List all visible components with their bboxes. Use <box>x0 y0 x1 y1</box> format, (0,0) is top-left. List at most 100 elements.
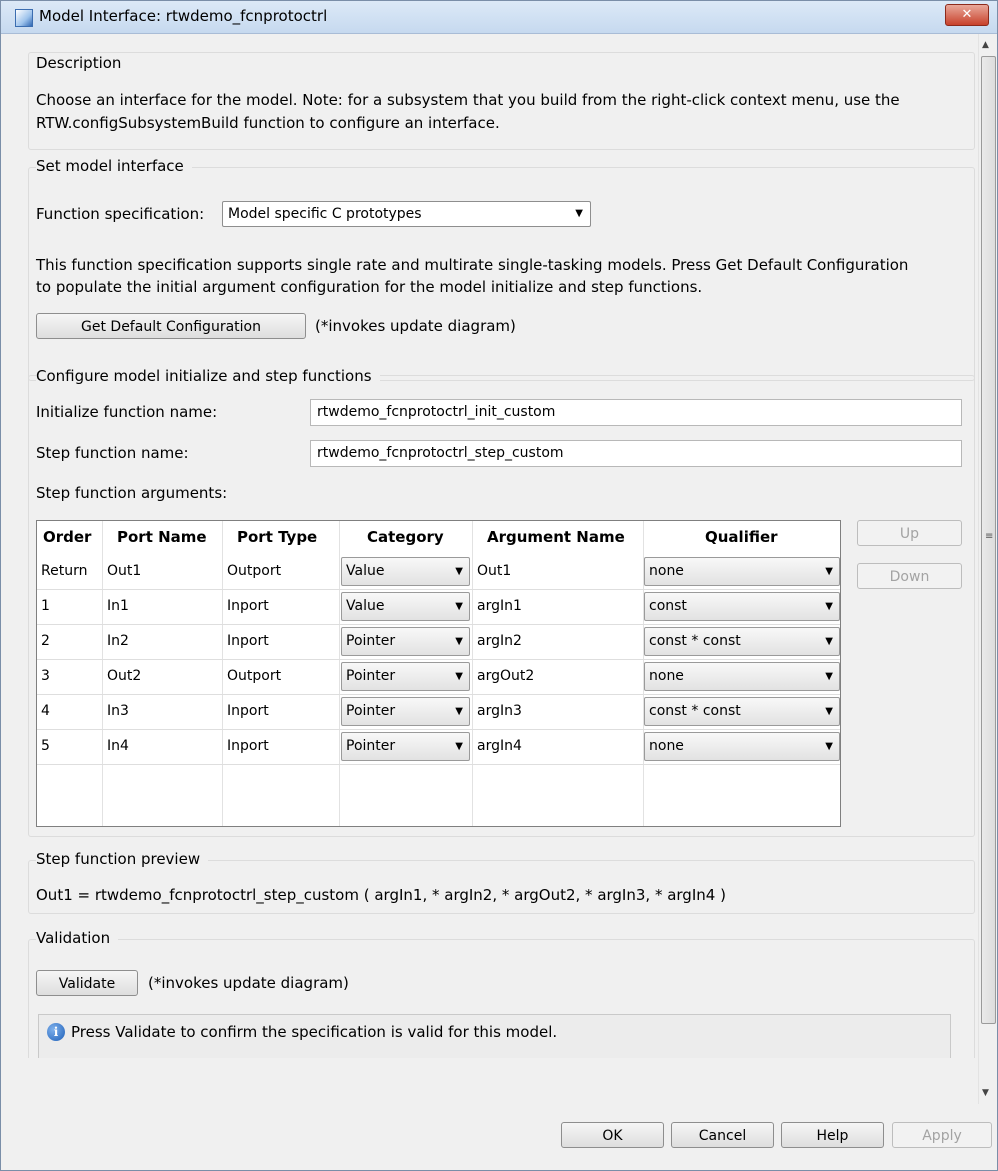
category-dropdown[interactable]: Pointer ▼ <box>341 697 470 726</box>
step-preview-title: Step function preview <box>36 850 209 868</box>
scrollbar-thumb[interactable]: ≡ <box>981 56 996 1024</box>
category-value: Pointer <box>346 668 396 684</box>
ok-button[interactable]: OK <box>561 1122 664 1148</box>
qualifier-dropdown[interactable]: const * const ▼ <box>644 627 840 656</box>
port-type-cell: Inport <box>227 703 269 719</box>
qualifier-dropdown[interactable]: const ▼ <box>644 592 840 621</box>
chevron-down-icon: ▼ <box>825 706 833 717</box>
port-type-cell: Outport <box>227 668 282 684</box>
argument-name-cell[interactable]: argIn3 <box>477 694 522 729</box>
move-down-button[interactable]: Down <box>857 563 962 589</box>
port-name-cell: Out2 <box>107 668 142 684</box>
column-header-category[interactable]: Category <box>367 521 444 554</box>
apply-button[interactable]: Apply <box>892 1122 992 1148</box>
chevron-down-icon: ▼ <box>455 741 463 752</box>
port-type-cell: Inport <box>227 598 269 614</box>
order-cell: 5 <box>41 738 50 754</box>
table-row[interactable]: 4 In3 Inport Pointer ▼ argIn3 const * con… <box>37 694 840 730</box>
qualifier-value: const * const <box>649 633 741 649</box>
validation-title: Validation <box>36 929 119 947</box>
init-function-label: Initialize function name: <box>36 403 218 421</box>
chevron-down-icon: ▼ <box>825 636 833 647</box>
qualifier-dropdown[interactable]: none ▼ <box>644 732 840 761</box>
chevron-down-icon: ▼ <box>575 208 583 219</box>
order-cell: 3 <box>41 668 50 684</box>
step-function-field[interactable]: rtwdemo_fcnprotoctrl_step_custom <box>310 440 962 467</box>
category-value: Value <box>346 563 385 579</box>
chevron-down-icon: ▼ <box>825 741 833 752</box>
scroll-up-arrow-icon[interactable]: ▲ <box>982 40 989 50</box>
column-header-port-type[interactable]: Port Type <box>237 521 317 554</box>
validation-message: Press Validate to confirm the specificat… <box>71 1023 558 1041</box>
qualifier-value: none <box>649 738 684 754</box>
column-header-qualifier[interactable]: Qualifier <box>705 521 778 554</box>
port-name-cell: Out1 <box>107 563 142 579</box>
function-spec-value: Model specific C prototypes <box>228 206 422 222</box>
get-default-configuration-button[interactable]: Get Default Configuration <box>36 313 306 339</box>
order-cell: 1 <box>41 598 50 614</box>
category-dropdown[interactable]: Pointer ▼ <box>341 662 470 691</box>
function-spec-info-line-2: to populate the initial argument configu… <box>36 278 703 296</box>
cancel-button[interactable]: Cancel <box>671 1122 774 1148</box>
category-value: Value <box>346 598 385 614</box>
table-row[interactable]: Return Out1 Outport Value ▼ Out1 none ▼ <box>37 554 840 590</box>
function-spec-info-line-1: This function specification supports sin… <box>36 256 909 274</box>
configure-functions-title: Configure model initialize and step func… <box>36 367 380 385</box>
help-button[interactable]: Help <box>781 1122 884 1148</box>
description-line-1: Choose an interface for the model. Note:… <box>36 91 900 109</box>
close-button[interactable]: ✕ <box>945 4 989 26</box>
argument-name-cell[interactable]: argIn2 <box>477 624 522 659</box>
function-spec-dropdown[interactable]: Model specific C prototypes ▼ <box>222 201 591 227</box>
column-header-port-name[interactable]: Port Name <box>117 521 207 554</box>
chevron-down-icon: ▼ <box>455 671 463 682</box>
table-row[interactable]: 1 In1 Inport Value ▼ argIn1 const ▼ <box>37 589 840 625</box>
validate-button[interactable]: Validate <box>36 970 138 996</box>
dialog-content: Description Choose an interface for the … <box>1 34 979 1058</box>
table-row[interactable]: 3 Out2 Outport Pointer ▼ argOut2 none ▼ <box>37 659 840 695</box>
argument-name-cell[interactable]: argOut2 <box>477 659 534 694</box>
set-model-interface-group <box>28 167 975 381</box>
category-dropdown[interactable]: Pointer ▼ <box>341 732 470 761</box>
qualifier-value: const * const <box>649 703 741 719</box>
grip-icon: ≡ <box>985 531 994 542</box>
chevron-down-icon: ▼ <box>455 636 463 647</box>
move-up-button[interactable]: Up <box>857 520 962 546</box>
validation-message-box: i Press Validate to confirm the specific… <box>38 1014 951 1058</box>
qualifier-dropdown[interactable]: const * const ▼ <box>644 697 840 726</box>
set-model-interface-title: Set model interface <box>36 157 192 175</box>
argument-name-cell[interactable]: argIn1 <box>477 589 522 624</box>
init-function-field[interactable]: rtwdemo_fcnprotoctrl_init_custom <box>310 399 962 426</box>
simulink-app-icon <box>15 9 33 27</box>
port-name-cell: In4 <box>107 738 129 754</box>
qualifier-dropdown[interactable]: none ▼ <box>644 662 840 691</box>
column-header-argument-name[interactable]: Argument Name <box>487 521 625 554</box>
qualifier-value: const <box>649 598 687 614</box>
chevron-down-icon: ▼ <box>825 671 833 682</box>
category-dropdown[interactable]: Value ▼ <box>341 557 470 586</box>
table-row[interactable]: 2 In2 Inport Pointer ▼ argIn2 const * con… <box>37 624 840 660</box>
order-cell: Return <box>41 563 88 579</box>
get-default-note: (*invokes update diagram) <box>315 317 516 335</box>
qualifier-value: none <box>649 668 684 684</box>
argument-name-cell[interactable]: Out1 <box>477 554 511 589</box>
validate-note: (*invokes update diagram) <box>148 974 349 992</box>
port-type-cell: Inport <box>227 738 269 754</box>
category-dropdown[interactable]: Value ▼ <box>341 592 470 621</box>
category-dropdown[interactable]: Pointer ▼ <box>341 627 470 656</box>
dialog-footer: OK Cancel Help Apply <box>1 1058 992 1170</box>
chevron-down-icon: ▼ <box>455 706 463 717</box>
category-value: Pointer <box>346 738 396 754</box>
vertical-scrollbar[interactable]: ▲ ≡ ▼ <box>978 34 997 1104</box>
chevron-down-icon: ▼ <box>825 566 833 577</box>
argument-name-cell[interactable]: argIn4 <box>477 729 522 764</box>
order-cell: 4 <box>41 703 50 719</box>
step-function-label: Step function name: <box>36 444 189 462</box>
order-cell: 2 <box>41 633 50 649</box>
window-title: Model Interface: rtwdemo_fcnprotoctrl <box>39 7 328 25</box>
qualifier-dropdown[interactable]: none ▼ <box>644 557 840 586</box>
category-value: Pointer <box>346 703 396 719</box>
step-preview-text: Out1 = rtwdemo_fcnprotoctrl_step_custom … <box>36 886 726 904</box>
scroll-down-arrow-icon[interactable]: ▼ <box>982 1088 989 1098</box>
column-header-order[interactable]: Order <box>43 521 91 554</box>
table-row[interactable]: 5 In4 Inport Pointer ▼ argIn4 none ▼ <box>37 729 840 765</box>
